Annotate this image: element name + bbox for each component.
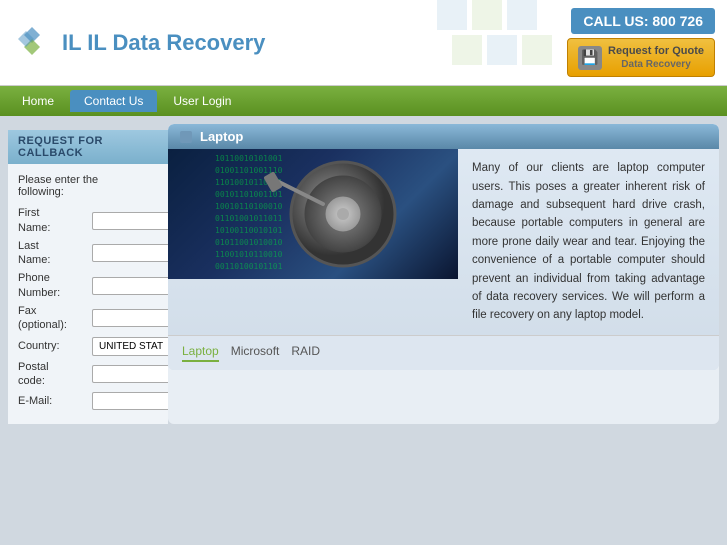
svg-text:10100110010101: 10100110010101	[215, 226, 283, 235]
quote-icon: 💾	[578, 46, 602, 70]
laptop-description: Many of our clients are laptop computer …	[458, 149, 719, 335]
callback-section: REQUEST FOR CALLBACK Please enter the fo…	[8, 130, 168, 424]
tab-laptop[interactable]: Laptop	[182, 344, 219, 362]
label-firstname: FirstName:	[18, 206, 88, 235]
svg-text:11001010110010: 11001010110010	[215, 250, 283, 259]
label-postal: Postalcode:	[18, 360, 88, 389]
svg-text:10010110100010: 10010110100010	[215, 202, 283, 211]
laptop-card: Laptop 10110010101001 01001101001110 110…	[168, 124, 719, 370]
svg-text:01101001011011: 01101001011011	[215, 214, 283, 223]
laptop-card-body: 10110010101001 01001101001110 1101001011…	[168, 149, 719, 335]
callback-body: Please enter the following: FirstName: L…	[8, 164, 168, 424]
header: IL IL Data Recovery CALL US: 800 726 💾 R…	[0, 0, 727, 86]
form-row-phone: PhoneNumber:	[18, 271, 158, 300]
hdd-svg: 10110010101001 01001101001110 1101001011…	[213, 149, 413, 279]
tab-microsoft[interactable]: Microsoft	[231, 344, 280, 362]
form-row-email: E-Mail:	[18, 392, 158, 410]
request-quote-button[interactable]: 💾 Request for Quote Data Recovery	[567, 38, 715, 77]
logo-icon	[12, 23, 52, 63]
callback-header: REQUEST FOR CALLBACK	[8, 130, 168, 164]
logo-text: IL IL Data Recovery	[62, 30, 265, 56]
nav-home[interactable]: Home	[8, 90, 68, 112]
nav-user-login[interactable]: User Login	[159, 90, 245, 112]
content-area: Laptop 10110010101001 01001101001110 110…	[168, 124, 719, 424]
form-row-firstname: FirstName:	[18, 206, 158, 235]
navigation: Home Contact Us User Login	[0, 86, 727, 116]
callback-intro: Please enter the following:	[18, 174, 158, 198]
label-country: Country:	[18, 339, 88, 353]
header-right: CALL US: 800 726 💾 Request for Quote Dat…	[567, 8, 715, 77]
label-email: E-Mail:	[18, 394, 88, 408]
laptop-image-inner: 10110010101001 01001101001110 1101001011…	[168, 149, 458, 279]
laptop-card-header: Laptop	[168, 124, 719, 149]
form-row-lastname: LastName:	[18, 239, 158, 268]
header-decoration	[437, 0, 567, 70]
form-row-fax: Fax(optional):	[18, 304, 158, 333]
label-fax: Fax(optional):	[18, 304, 88, 333]
sidebar: REQUEST FOR CALLBACK Please enter the fo…	[8, 124, 168, 424]
nav-contact[interactable]: Contact Us	[70, 90, 157, 112]
call-us-box: CALL US: 800 726	[571, 8, 715, 34]
laptop-image: 10110010101001 01001101001110 1101001011…	[168, 149, 458, 279]
tab-raid[interactable]: RAID	[291, 344, 320, 362]
svg-text:10110010101001: 10110010101001	[215, 154, 283, 163]
svg-text:01011001010010: 01011001010010	[215, 238, 283, 247]
label-phone: PhoneNumber:	[18, 271, 88, 300]
form-row-postal: Postalcode:	[18, 360, 158, 389]
laptop-tabs: Laptop Microsoft RAID	[168, 335, 719, 370]
quote-btn-text: Request for Quote Data Recovery	[608, 44, 704, 71]
logo-area: IL IL Data Recovery	[12, 23, 265, 63]
svg-text:00110100101101: 00110100101101	[215, 262, 283, 271]
form-row-country: Country: UNITED STATE CANADA UK OTHER	[18, 337, 158, 356]
label-lastname: LastName:	[18, 239, 88, 268]
main-wrapper: REQUEST FOR CALLBACK Please enter the fo…	[0, 116, 727, 432]
